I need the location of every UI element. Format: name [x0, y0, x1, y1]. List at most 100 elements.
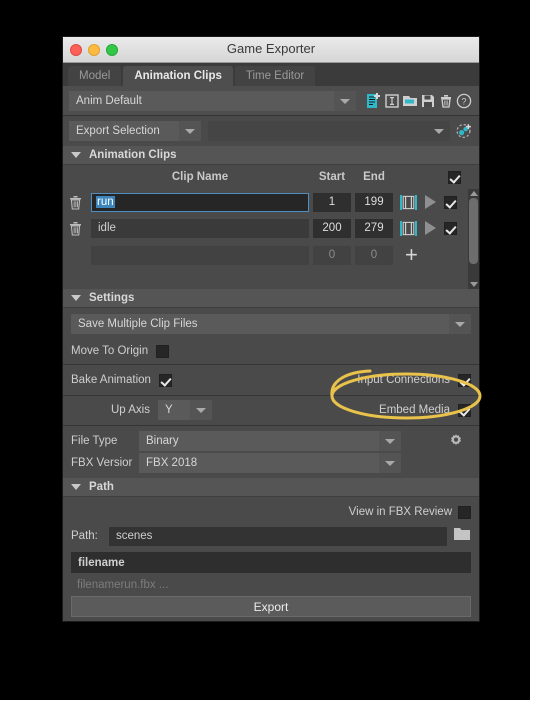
open-preset-icon[interactable] — [401, 92, 419, 110]
preview-clip-button[interactable] — [425, 221, 436, 235]
new-preset-icon[interactable] — [365, 92, 383, 110]
filename-input[interactable]: filename — [71, 552, 471, 573]
path-section-header[interactable]: Path — [63, 478, 479, 497]
tab-model[interactable]: Model — [68, 66, 122, 86]
clip-name-input[interactable]: run — [91, 192, 309, 212]
file-type-arrow[interactable] — [379, 431, 401, 451]
save-preset-icon[interactable] — [419, 92, 437, 110]
export-selection-arrow[interactable] — [428, 121, 450, 141]
add-selection-icon[interactable] — [455, 122, 473, 140]
save-mode-combo[interactable]: Save Multiple Clip Files — [71, 314, 449, 334]
column-start: Start — [318, 171, 346, 183]
file-type-label: File Type — [71, 435, 118, 447]
input-connections-checkbox[interactable] — [458, 373, 471, 387]
bake-animation-row: Bake Animation Input Connections — [71, 369, 471, 391]
preset-combo[interactable]: Anim Default — [69, 91, 334, 111]
filename-preview: filenamerun.fbx ... — [77, 579, 169, 591]
column-end: End — [363, 171, 385, 183]
animation-clips-table: Clip Name Start End run 1 199 idle 200 2… — [63, 165, 479, 289]
scroll-up-icon[interactable] — [469, 191, 478, 196]
filmstrip-icon[interactable] — [400, 220, 417, 236]
column-clip-name: Clip Name — [171, 171, 229, 183]
up-axis-combo[interactable]: Y — [158, 400, 190, 420]
path-label: Path: — [71, 530, 98, 542]
tab-animation-clips[interactable]: Animation Clips — [123, 66, 233, 86]
preview-clip-button[interactable] — [425, 195, 436, 209]
fbx-version-arrow[interactable] — [379, 453, 401, 473]
fbx-version-label: FBX Versior — [71, 457, 133, 469]
table-row: idle 200 279 — [63, 215, 468, 241]
new-clip-name-input[interactable] — [91, 245, 309, 265]
clips-table-header: Clip Name Start End — [63, 165, 479, 189]
up-axis-arrow[interactable] — [190, 400, 212, 420]
window-titlebar: Game Exporter — [63, 37, 479, 63]
clip-start-input[interactable]: 1 — [313, 192, 351, 212]
delete-clip-icon[interactable] — [69, 195, 82, 210]
export-button[interactable]: Export — [71, 596, 471, 617]
move-to-origin-checkbox[interactable] — [156, 344, 170, 358]
export-mode-arrow[interactable] — [179, 121, 201, 141]
clip-export-checkbox[interactable] — [444, 221, 457, 235]
chevron-down-icon — [71, 484, 81, 490]
gear-icon[interactable] — [447, 432, 465, 450]
rename-preset-icon[interactable] — [383, 92, 401, 110]
file-type-container: File Type Binary FBX Versior FBX 2018 — [63, 426, 479, 478]
export-all-checkbox[interactable] — [448, 170, 461, 184]
help-icon[interactable]: ? — [455, 92, 473, 110]
clip-end-input[interactable]: 279 — [355, 218, 393, 238]
bake-row-container: Bake Animation Input Connections — [63, 365, 479, 395]
settings-body: Save Multiple Clip Files Move To Origin — [63, 308, 479, 364]
export-selection-bar: Export Selection — [63, 116, 479, 146]
settings-section-title: Settings — [89, 292, 135, 304]
view-in-fbx-review-checkbox[interactable] — [458, 505, 471, 519]
folder-icon[interactable] — [453, 526, 471, 546]
new-clip-end[interactable]: 0 — [355, 245, 393, 265]
page-root: Game Exporter Model Animation Clips Time… — [0, 0, 540, 712]
chevron-down-icon — [71, 152, 81, 158]
window-title: Game Exporter — [226, 41, 316, 56]
game-exporter-window: Game Exporter Model Animation Clips Time… — [62, 36, 480, 622]
file-type-combo[interactable]: Binary — [139, 431, 379, 451]
export-selection-combo[interactable] — [208, 121, 428, 141]
filmstrip-icon[interactable] — [400, 194, 417, 210]
clip-export-checkbox[interactable] — [444, 195, 457, 209]
chevron-down-icon — [71, 295, 81, 301]
up-axis-label: Up Axis — [111, 404, 150, 416]
export-mode-combo[interactable]: Export Selection — [69, 121, 179, 141]
fbx-version-combo[interactable]: FBX 2018 — [139, 453, 379, 473]
add-clip-button[interactable]: + — [405, 244, 418, 266]
clips-scrollbar[interactable] — [468, 189, 479, 289]
delete-clip-icon[interactable] — [69, 221, 82, 236]
table-row: run 1 199 — [63, 189, 468, 215]
view-in-fbx-review-label: View in FBX Review — [348, 506, 452, 518]
up-axis-container: Up Axis Y Embed Media — [63, 396, 479, 425]
move-to-origin-row: Move To Origin — [71, 340, 471, 362]
clip-start-input[interactable]: 200 — [313, 218, 351, 238]
clip-name-input[interactable]: idle — [91, 218, 309, 238]
view-in-fbx-review-row: View in FBX Review — [71, 501, 471, 523]
move-to-origin-label: Move To Origin — [71, 345, 149, 357]
path-section-title: Path — [89, 481, 114, 493]
bake-animation-label: Bake Animation — [71, 374, 151, 386]
animation-clips-section-title: Animation Clips — [89, 149, 177, 161]
path-body: View in FBX Review Path: scenes filename… — [63, 497, 479, 621]
scroll-down-icon[interactable] — [469, 282, 478, 287]
embed-media-checkbox[interactable] — [458, 403, 471, 417]
window-body: Model Animation Clips Time Editor Anim D… — [63, 63, 479, 621]
tab-bar: Model Animation Clips Time Editor — [63, 63, 479, 86]
new-clip-row: 0 0 + — [63, 241, 468, 269]
path-input[interactable]: scenes — [109, 526, 447, 546]
preset-combo-arrow[interactable] — [334, 91, 356, 111]
input-connections-label: Input Connections — [357, 374, 450, 386]
scrollbar-thumb[interactable] — [469, 198, 478, 264]
bake-animation-checkbox[interactable] — [158, 373, 172, 387]
clip-end-input[interactable]: 199 — [355, 192, 393, 212]
tab-time-editor[interactable]: Time Editor — [234, 66, 316, 86]
delete-preset-icon[interactable] — [437, 92, 455, 110]
preset-bar: Anim Default ? — [63, 86, 479, 115]
settings-section-header[interactable]: Settings — [63, 289, 479, 308]
embed-media-label: Embed Media — [379, 404, 450, 416]
new-clip-start[interactable]: 0 — [313, 245, 351, 265]
save-mode-arrow[interactable] — [449, 314, 471, 334]
animation-clips-section-header[interactable]: Animation Clips — [63, 146, 479, 165]
